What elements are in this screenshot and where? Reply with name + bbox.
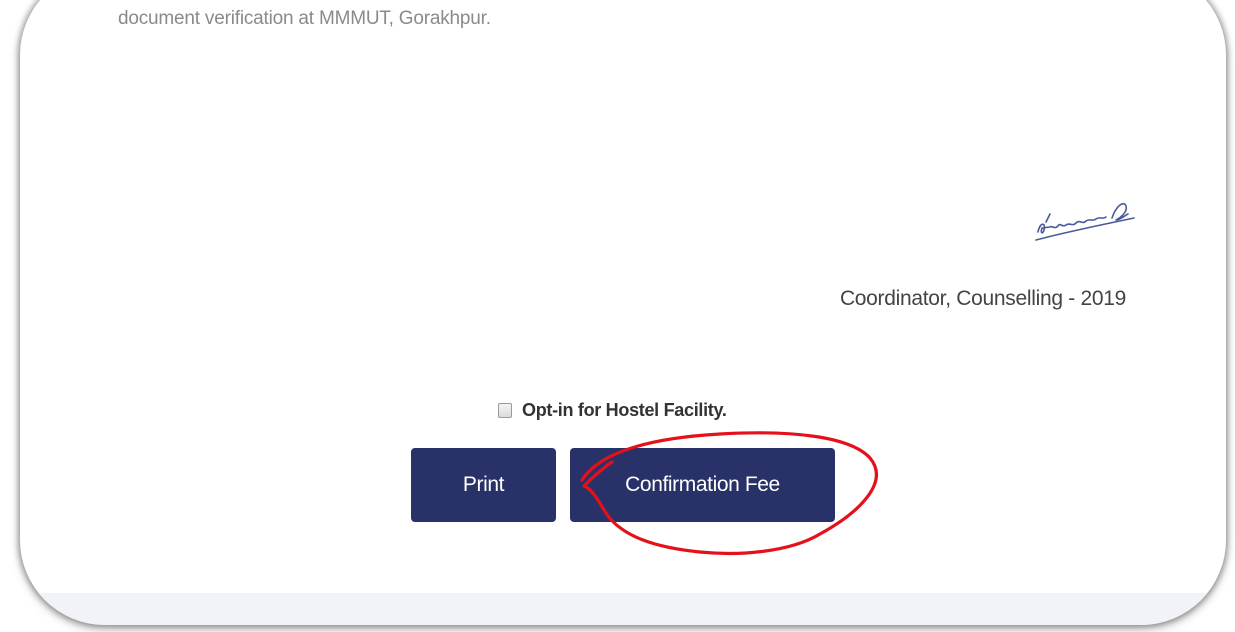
hostel-facility-checkbox[interactable] <box>498 403 512 418</box>
card-bottom-band <box>20 593 1226 625</box>
document-card: document verification at MMMUT, Gorakhpu… <box>20 0 1226 625</box>
signature-image <box>1035 202 1135 241</box>
confirmation-fee-button[interactable]: Confirmation Fee <box>570 448 835 522</box>
coordinator-title: Coordinator, Counselling - 2019 <box>839 287 1126 310</box>
screenshot-frame: document verification at MMMUT, Gorakhpu… <box>0 0 1235 632</box>
intro-text: document verification at MMMUT, Gorakhpu… <box>118 8 491 29</box>
hostel-option-row[interactable]: Opt-in for Hostel Facility. <box>498 400 727 421</box>
print-button[interactable]: Print <box>411 448 556 522</box>
hostel-facility-label[interactable]: Opt-in for Hostel Facility. <box>522 400 727 421</box>
